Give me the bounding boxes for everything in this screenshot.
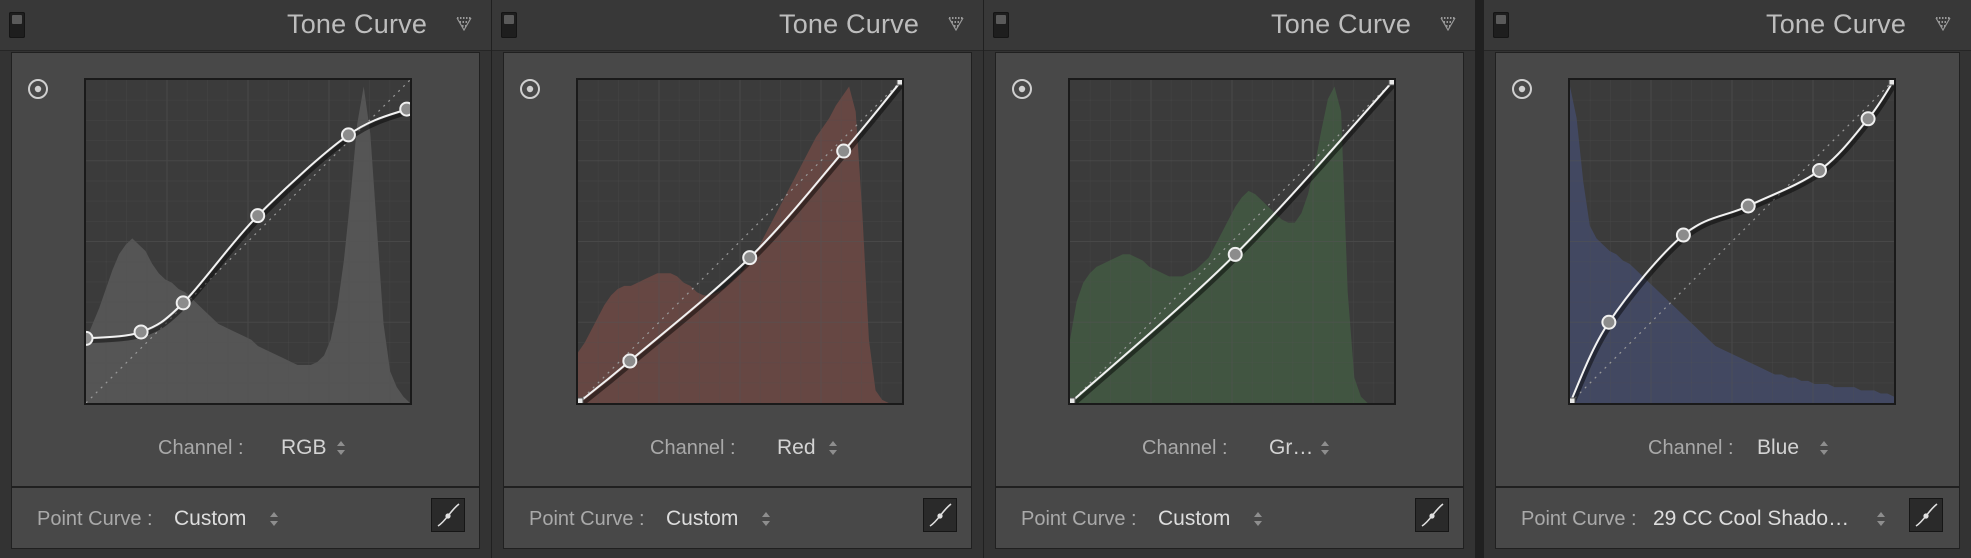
targeted-adjustment-icon[interactable] [27, 78, 49, 100]
curve-control-point[interactable] [742, 250, 758, 266]
curve-graph[interactable] [84, 78, 412, 405]
panel-enable-toggle[interactable] [993, 12, 1009, 38]
panel-enable-toggle[interactable] [501, 12, 517, 38]
curve-control-point[interactable] [250, 208, 266, 224]
tone-curve-body: Channel : RGB [11, 52, 480, 487]
targeted-adjustment-icon[interactable] [1511, 78, 1533, 100]
point-curve-select[interactable]: Custom [174, 507, 246, 531]
curve-control-point[interactable] [175, 295, 191, 311]
point-curve-label: Point Curve : [1021, 508, 1137, 530]
point-curve-label: Point Curve : [529, 508, 645, 530]
curve-control-point[interactable] [622, 353, 638, 369]
curve-control-point[interactable] [133, 324, 149, 340]
updown-arrows-icon[interactable] [1253, 510, 1263, 528]
panel-menu-icon[interactable] [1440, 17, 1456, 31]
curve-endpoint[interactable] [1570, 397, 1576, 403]
tone-curve-panel-red: Tone Curve Channel : Red Point Curve : C… [492, 0, 983, 558]
panel-title: Tone Curve [779, 9, 920, 39]
channel-label: Channel : [650, 437, 736, 459]
tone-curve-body: Channel : Blue [1495, 52, 1960, 487]
point-curve-icon [929, 503, 952, 527]
tone-curve-body: Channel : Gr… [995, 52, 1464, 487]
point-curve-icon [1421, 503, 1444, 527]
panel-title: Tone Curve [1271, 9, 1412, 39]
point-curve-bar: Point Curve : Custom [995, 487, 1464, 549]
curve-svg[interactable] [1070, 80, 1394, 403]
panel-header[interactable]: Tone Curve [984, 0, 1475, 51]
edit-point-curve-button[interactable] [1909, 498, 1943, 532]
panel-menu-icon[interactable] [1935, 17, 1951, 31]
curve-endpoint[interactable] [578, 397, 584, 403]
curve-endpoint[interactable] [1888, 80, 1894, 86]
curve-control-point[interactable] [1675, 227, 1691, 243]
curve-control-point[interactable] [1860, 111, 1876, 127]
channel-select[interactable]: Gr… [1269, 436, 1313, 460]
panel-divider [1475, 0, 1484, 558]
updown-arrows-icon[interactable] [336, 439, 346, 457]
updown-arrows-icon[interactable] [1876, 510, 1886, 528]
tone-curve-panel-blue: Tone Curve Channel : Blue Point Curve : … [1484, 0, 1971, 558]
point-curve-icon [437, 503, 460, 527]
channel-select[interactable]: Blue [1757, 436, 1799, 460]
curve-control-point[interactable] [399, 101, 410, 117]
tone-curve-body: Channel : Red [503, 52, 972, 487]
point-curve-label: Point Curve : [37, 508, 153, 530]
curve-graph[interactable] [1568, 78, 1896, 405]
panel-menu-icon[interactable] [948, 17, 964, 31]
edit-point-curve-button[interactable] [1415, 498, 1449, 532]
panel-header[interactable]: Tone Curve [492, 0, 983, 51]
panel-menu-icon[interactable] [456, 17, 472, 31]
curve-control-point[interactable] [86, 330, 94, 346]
point-curve-bar: Point Curve : Custom [11, 487, 480, 549]
curve-graph[interactable] [1068, 78, 1396, 405]
point-curve-select[interactable]: Custom [1158, 507, 1230, 531]
targeted-adjustment-icon[interactable] [1011, 78, 1033, 100]
curve-svg[interactable] [86, 80, 410, 403]
channel-label: Channel : [1648, 437, 1734, 459]
point-curve-icon [1915, 503, 1938, 527]
point-curve-select[interactable]: Custom [666, 507, 738, 531]
tone-curve-panel-rgb: Tone Curve Channel : RGB Point Curve : C… [0, 0, 491, 558]
updown-arrows-icon[interactable] [1320, 439, 1330, 457]
curve-svg[interactable] [578, 80, 902, 403]
updown-arrows-icon[interactable] [1819, 439, 1829, 457]
channel-select[interactable]: Red [777, 436, 816, 460]
panel-header[interactable]: Tone Curve [0, 0, 491, 51]
updown-arrows-icon[interactable] [761, 510, 771, 528]
channel-select[interactable]: RGB [281, 436, 327, 460]
tone-curve-panel-green: Tone Curve Channel : Gr… Point Curve : C… [984, 0, 1475, 558]
curve-svg[interactable] [1570, 80, 1894, 403]
updown-arrows-icon[interactable] [269, 510, 279, 528]
curve-control-point[interactable] [1811, 162, 1827, 178]
curve-control-point[interactable] [1740, 198, 1756, 214]
curve-endpoint[interactable] [1388, 80, 1394, 86]
curve-control-point[interactable] [1227, 246, 1243, 262]
point-curve-label: Point Curve : [1521, 508, 1637, 530]
curve-control-point[interactable] [1601, 314, 1617, 330]
edit-point-curve-button[interactable] [431, 498, 465, 532]
panel-title: Tone Curve [287, 9, 428, 39]
curve-control-point[interactable] [836, 143, 852, 159]
targeted-adjustment-icon[interactable] [519, 78, 541, 100]
curve-control-point[interactable] [340, 127, 356, 143]
edit-point-curve-button[interactable] [923, 498, 957, 532]
curve-endpoint[interactable] [1070, 397, 1076, 403]
point-curve-select[interactable]: 29 CC Cool Shado… [1653, 507, 1849, 531]
channel-label: Channel : [1142, 437, 1228, 459]
point-curve-bar: Point Curve : Custom [503, 487, 972, 549]
updown-arrows-icon[interactable] [828, 439, 838, 457]
panel-header[interactable]: Tone Curve [1484, 0, 1971, 51]
panel-enable-toggle[interactable] [1493, 12, 1509, 38]
point-curve-bar: Point Curve : 29 CC Cool Shado… [1495, 487, 1960, 549]
panel-enable-toggle[interactable] [9, 12, 25, 38]
curve-graph[interactable] [576, 78, 904, 405]
channel-label: Channel : [158, 437, 244, 459]
curve-endpoint[interactable] [896, 80, 902, 86]
panel-title: Tone Curve [1766, 9, 1907, 39]
